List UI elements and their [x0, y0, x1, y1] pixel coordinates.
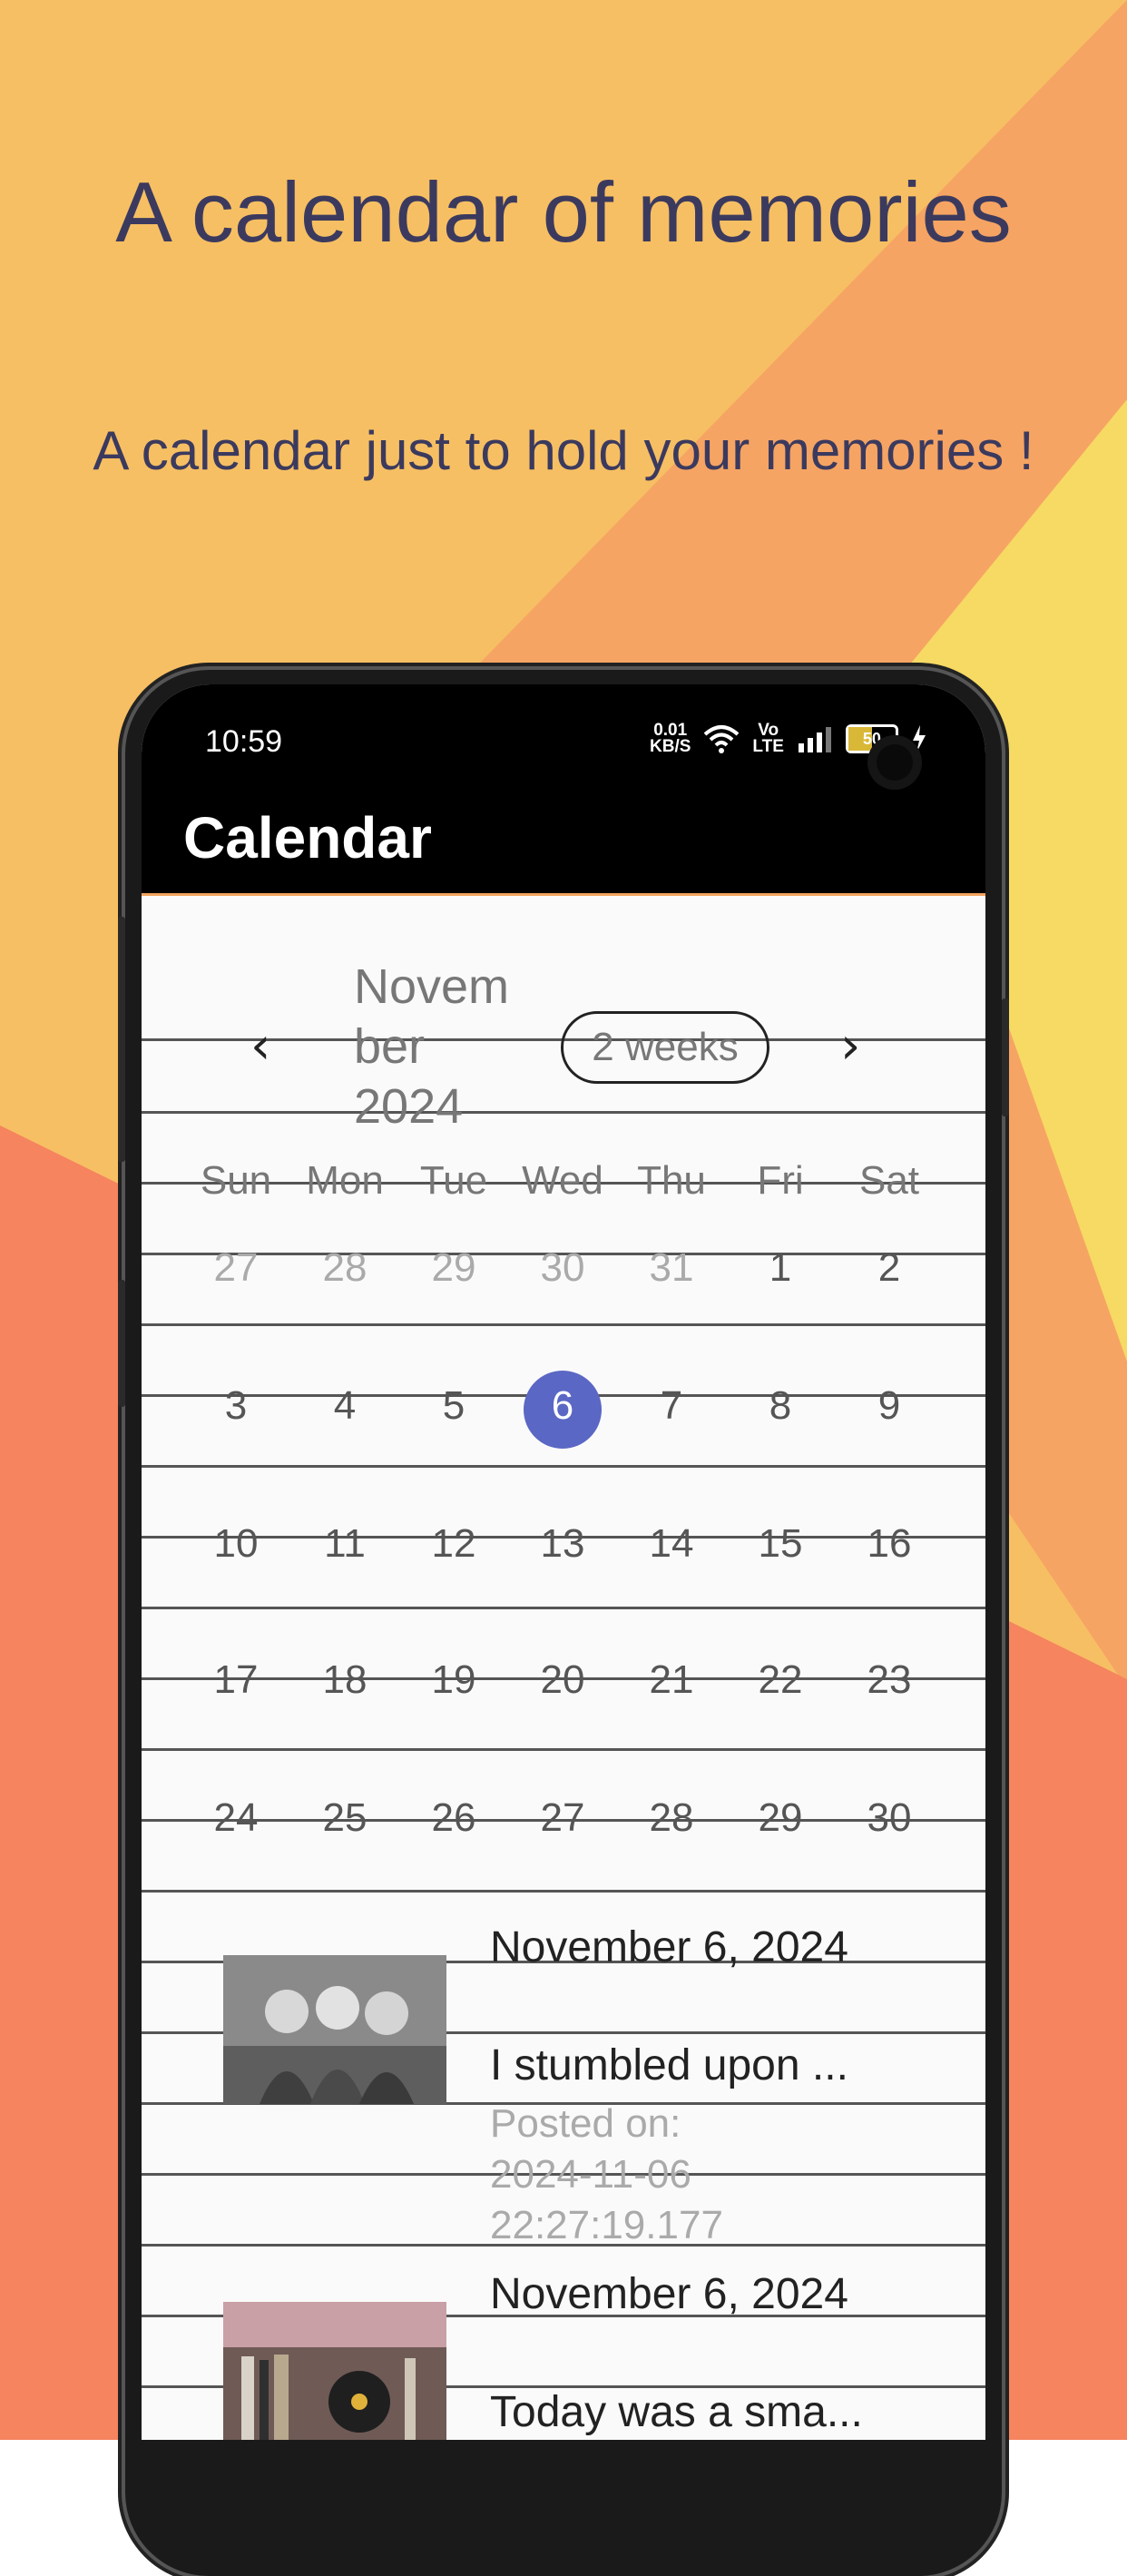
chevron-right-icon[interactable]: ›: [840, 1017, 860, 1076]
calendar-day[interactable]: 12: [399, 1521, 508, 1567]
calendar-day-selected[interactable]: 6: [508, 1383, 617, 1429]
weekday-sat: Sat: [858, 1158, 920, 1203]
calendar-day[interactable]: 5: [399, 1383, 508, 1429]
status-time: 10:59: [205, 724, 283, 759]
weekday-thu: Thu: [637, 1158, 706, 1203]
calendar-day[interactable]: 11: [290, 1521, 399, 1567]
calendar-day[interactable]: 18: [290, 1657, 399, 1703]
net-speed-unit: KB/S: [650, 737, 691, 756]
calendar-day[interactable]: 17: [181, 1657, 290, 1703]
weekday-mon: Mon: [306, 1158, 384, 1203]
app-title: Calendar: [183, 805, 432, 870]
month-title-line: 2024: [354, 1079, 464, 1134]
calendar-day[interactable]: 3: [181, 1383, 290, 1429]
calendar-day[interactable]: 22: [726, 1657, 835, 1703]
ruled-line: [142, 1465, 985, 1468]
format-toggle-button[interactable]: 2 weeks: [561, 1011, 769, 1084]
month-title-line: ber: [354, 1019, 426, 1074]
calendar-day[interactable]: 23: [835, 1657, 944, 1703]
calendar-day[interactable]: 8: [726, 1383, 835, 1429]
calendar-day[interactable]: 20: [508, 1657, 617, 1703]
calendar-day[interactable]: 9: [835, 1383, 944, 1429]
promo-headline: A calendar of memories: [115, 164, 1012, 260]
chevron-left-icon[interactable]: ‹: [250, 1017, 270, 1076]
wifi-icon: [704, 725, 740, 753]
calendar-day[interactable]: 26: [399, 1795, 508, 1841]
weekday-sun: Sun: [200, 1158, 272, 1203]
memory-thumbnail[interactable]: [223, 1955, 446, 2104]
photo-placeholder-icon: [223, 2302, 446, 2440]
calendar-day[interactable]: 31: [617, 1245, 726, 1291]
ruled-line: [142, 1111, 985, 1114]
calendar-day[interactable]: 28: [290, 1245, 399, 1291]
weekday-fri: Fri: [757, 1158, 804, 1203]
calendar-day[interactable]: 27: [181, 1245, 290, 1291]
calendar-day[interactable]: 10: [181, 1521, 290, 1567]
weekday-tue: Tue: [419, 1158, 488, 1203]
calendar-day[interactable]: 25: [290, 1795, 399, 1841]
front-camera: [867, 735, 922, 790]
calendar-day[interactable]: 27: [508, 1795, 617, 1841]
posted-time: 22:27:19.177: [490, 2203, 723, 2247]
calendar-day[interactable]: 14: [617, 1521, 726, 1567]
net-speed: 0.01 KB/S: [650, 722, 691, 756]
memory-thumbnail[interactable]: [223, 2302, 446, 2440]
volte-bottom: LTE: [752, 737, 784, 756]
month-title-line: Novem: [354, 959, 510, 1014]
calendar-day[interactable]: 30: [508, 1245, 617, 1291]
calendar-day[interactable]: 2: [835, 1245, 944, 1291]
calendar-day[interactable]: 24: [181, 1795, 290, 1841]
calendar-day[interactable]: 30: [835, 1795, 944, 1841]
memory-date: November 6, 2024: [490, 2270, 848, 2318]
posted-date: 2024-11-06: [490, 2152, 691, 2197]
signal-icon: [798, 727, 831, 752]
phone-side-button: [118, 1280, 125, 1407]
ruled-line: [142, 1323, 985, 1326]
calendar-day[interactable]: 7: [617, 1383, 726, 1429]
calendar-day[interactable]: 13: [508, 1521, 617, 1567]
calendar-day[interactable]: 29: [726, 1795, 835, 1841]
photo-placeholder-icon: [223, 1955, 446, 2104]
promo-subheadline: A calendar just to hold your memories !: [93, 420, 1034, 481]
volte-indicator: Vo LTE: [752, 722, 784, 756]
ruled-line: [142, 1607, 985, 1609]
memory-preview[interactable]: Today was a sma...: [490, 2387, 863, 2437]
calendar-day[interactable]: 28: [617, 1795, 726, 1841]
ruled-line: [142, 1890, 985, 1893]
calendar-day[interactable]: 16: [835, 1521, 944, 1567]
calendar-day[interactable]: 1: [726, 1245, 835, 1291]
phone-screen: 10:59 0.01 KB/S Vo LTE 50 Calendar ‹ Nov…: [142, 684, 985, 2440]
ruled-line: [142, 1748, 985, 1751]
calendar-day[interactable]: 19: [399, 1657, 508, 1703]
calendar-day[interactable]: 15: [726, 1521, 835, 1567]
calendar-day[interactable]: 21: [617, 1657, 726, 1703]
phone-volume-button: [118, 917, 125, 1162]
memory-preview[interactable]: I stumbled upon ...: [490, 2040, 848, 2090]
month-title: Novem ber 2024: [354, 957, 535, 1136]
weekday-wed: Wed: [522, 1158, 603, 1203]
calendar-day[interactable]: 29: [399, 1245, 508, 1291]
app-top-bar: 10:59 0.01 KB/S Vo LTE 50 Calendar: [142, 684, 985, 895]
calendar-day[interactable]: 4: [290, 1383, 399, 1429]
memory-posted-on: Posted on: 2024-11-06 22:27:19.177: [490, 2099, 780, 2251]
app-bar-divider: [142, 893, 985, 896]
phone-power-button: [1002, 998, 1009, 1116]
memory-date: November 6, 2024: [490, 1923, 848, 1971]
posted-label: Posted on:: [490, 2101, 681, 2146]
